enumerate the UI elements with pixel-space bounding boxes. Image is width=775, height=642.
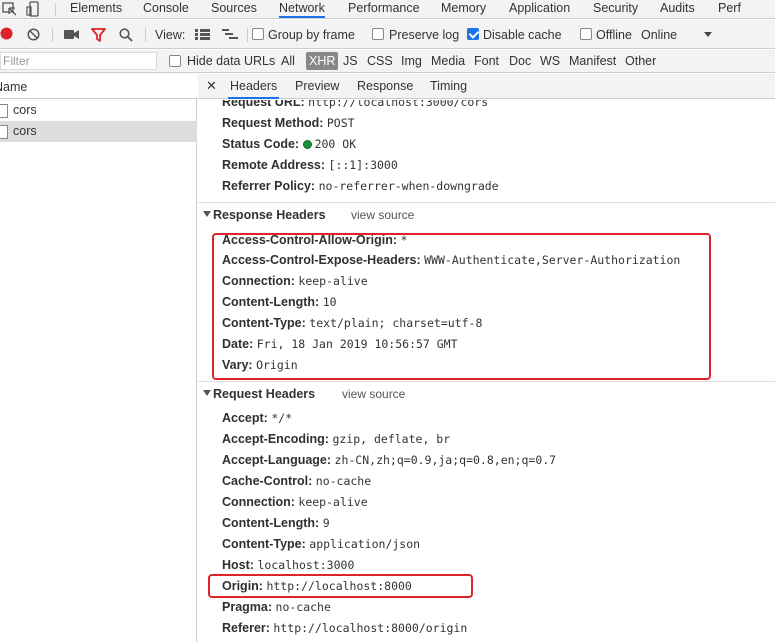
request-header-row: Cache-Control: no-cache [222, 474, 372, 488]
request-header-row: Content-Type: application/json [222, 537, 421, 551]
type-filter-doc[interactable]: Doc [509, 54, 531, 68]
status-ok-icon [302, 140, 312, 149]
general-header-row: Remote Address: [::1]:3000 [222, 158, 398, 172]
clear-icon[interactable] [27, 28, 40, 41]
tab-elements[interactable]: Elements [70, 0, 122, 18]
response-headers-highlight-box [212, 233, 711, 380]
request-row-selected[interactable]: cors [0, 121, 197, 142]
type-filter-font[interactable]: Font [474, 54, 499, 68]
offline-label: Offline [596, 28, 632, 42]
type-filter-other[interactable]: Other [625, 54, 656, 68]
general-header-row: Request URL: http://localhost:3000/cors [222, 100, 489, 109]
request-header-row: Referer: http://localhost:8000/origin [222, 621, 468, 635]
request-header-row: Pragma: no-cache [222, 600, 331, 614]
toolbar-separator [247, 28, 248, 42]
offline-checkbox[interactable] [580, 28, 592, 40]
view-label: View: [155, 28, 186, 42]
tab-security[interactable]: Security [593, 0, 638, 18]
tab-headers[interactable]: Headers [228, 74, 280, 99]
network-toolbar: View: Group by frame Preserve log Disabl… [0, 20, 775, 49]
tab-timing[interactable]: Timing [430, 79, 467, 93]
search-icon[interactable] [119, 28, 133, 42]
disable-cache-label: Disable cache [483, 28, 562, 42]
chevron-down-icon[interactable] [704, 32, 712, 37]
request-headers-section[interactable]: Request Headers view source [198, 381, 775, 405]
origin-highlight-box [208, 574, 473, 598]
type-filter-xhr[interactable]: XHR [306, 52, 339, 70]
filter-funnel-icon[interactable] [91, 28, 106, 42]
group-by-frame-label: Group by frame [268, 28, 355, 42]
request-header-row: Connection: keep-alive [222, 495, 368, 509]
tab-response[interactable]: Response [357, 79, 413, 93]
device-toolbar-icon[interactable] [26, 1, 42, 17]
group-by-frame-checkbox[interactable] [252, 28, 264, 40]
type-filter-css[interactable]: CSS [367, 54, 393, 68]
tab-sources[interactable]: Sources [211, 0, 257, 18]
large-rows-icon[interactable] [195, 29, 210, 40]
tab-bar-separator [55, 3, 56, 16]
waterfall-overview-icon[interactable] [222, 29, 238, 40]
tab-perf[interactable]: Perf [718, 0, 741, 18]
detail-tab-bar: ✕ Headers Preview Response Timing [198, 74, 775, 99]
file-icon [0, 104, 8, 118]
expand-triangle-icon[interactable] [203, 390, 211, 396]
type-filter-all[interactable]: All [281, 54, 295, 68]
record-icon[interactable] [0, 27, 13, 40]
request-header-row: Content-Length: 9 [222, 516, 330, 530]
request-header-row: Accept: */* [222, 411, 293, 425]
preserve-log-label: Preserve log [389, 28, 460, 42]
preserve-log-checkbox[interactable] [372, 28, 384, 40]
response-headers-title: Response Headers [213, 208, 326, 222]
screenshot-camera-icon[interactable] [64, 29, 79, 40]
response-view-source-link[interactable]: view source [351, 208, 414, 222]
inspect-element-icon[interactable] [2, 1, 18, 17]
request-header-row: Accept-Encoding: gzip, deflate, br [222, 432, 451, 446]
request-list: Name cors cors [0, 74, 197, 642]
tab-network[interactable]: Network [279, 0, 325, 18]
general-header-row: Referrer Policy: no-referrer-when-downgr… [222, 179, 499, 193]
toolbar-separator [145, 28, 146, 42]
type-filter-media[interactable]: Media [431, 54, 465, 68]
name-column-label: Name [0, 80, 28, 94]
name-column-header[interactable]: Name [0, 74, 197, 99]
close-icon[interactable]: ✕ [206, 78, 217, 94]
filter-bar: Filter Hide data URLs All XHR JS CSS Img… [0, 50, 775, 73]
tab-preview[interactable]: Preview [295, 79, 339, 93]
request-header-row: Host: localhost:3000 [222, 558, 355, 572]
expand-triangle-icon[interactable] [203, 211, 211, 217]
response-headers-section[interactable]: Response Headers view source [198, 202, 775, 226]
request-headers-title: Request Headers [213, 387, 316, 401]
general-header-row: Request Method: POST [222, 116, 355, 130]
hide-data-urls-checkbox[interactable] [169, 55, 181, 67]
tab-performance[interactable]: Performance [348, 0, 420, 18]
general-header-row: Status Code: 200 OK [222, 137, 357, 151]
tab-memory[interactable]: Memory [441, 0, 486, 18]
type-filter-js[interactable]: JS [343, 54, 358, 68]
request-header-row: Accept-Language: zh-CN,zh;q=0.9,ja;q=0.8… [222, 453, 557, 467]
throttling-select[interactable]: Online [641, 28, 677, 42]
file-icon [0, 125, 8, 139]
devtools-tab-bar: Elements Console Sources Network Perform… [0, 0, 775, 19]
tab-console[interactable]: Console [143, 0, 189, 18]
tab-application[interactable]: Application [509, 0, 570, 18]
type-filter-ws[interactable]: WS [540, 54, 560, 68]
filter-input[interactable]: Filter [0, 52, 157, 70]
toolbar-separator [52, 28, 53, 42]
request-name: cors [13, 103, 37, 117]
request-row[interactable]: cors [0, 100, 197, 121]
type-filter-img[interactable]: Img [401, 54, 422, 68]
disable-cache-checkbox[interactable] [467, 28, 479, 40]
request-view-source-link[interactable]: view source [342, 387, 405, 401]
type-filter-manifest[interactable]: Manifest [569, 54, 616, 68]
hide-data-urls-label: Hide data URLs [187, 54, 276, 68]
request-name: cors [13, 124, 37, 138]
tab-audits[interactable]: Audits [660, 0, 695, 18]
headers-panel: Request URL: http://localhost:3000/cors … [198, 100, 775, 642]
